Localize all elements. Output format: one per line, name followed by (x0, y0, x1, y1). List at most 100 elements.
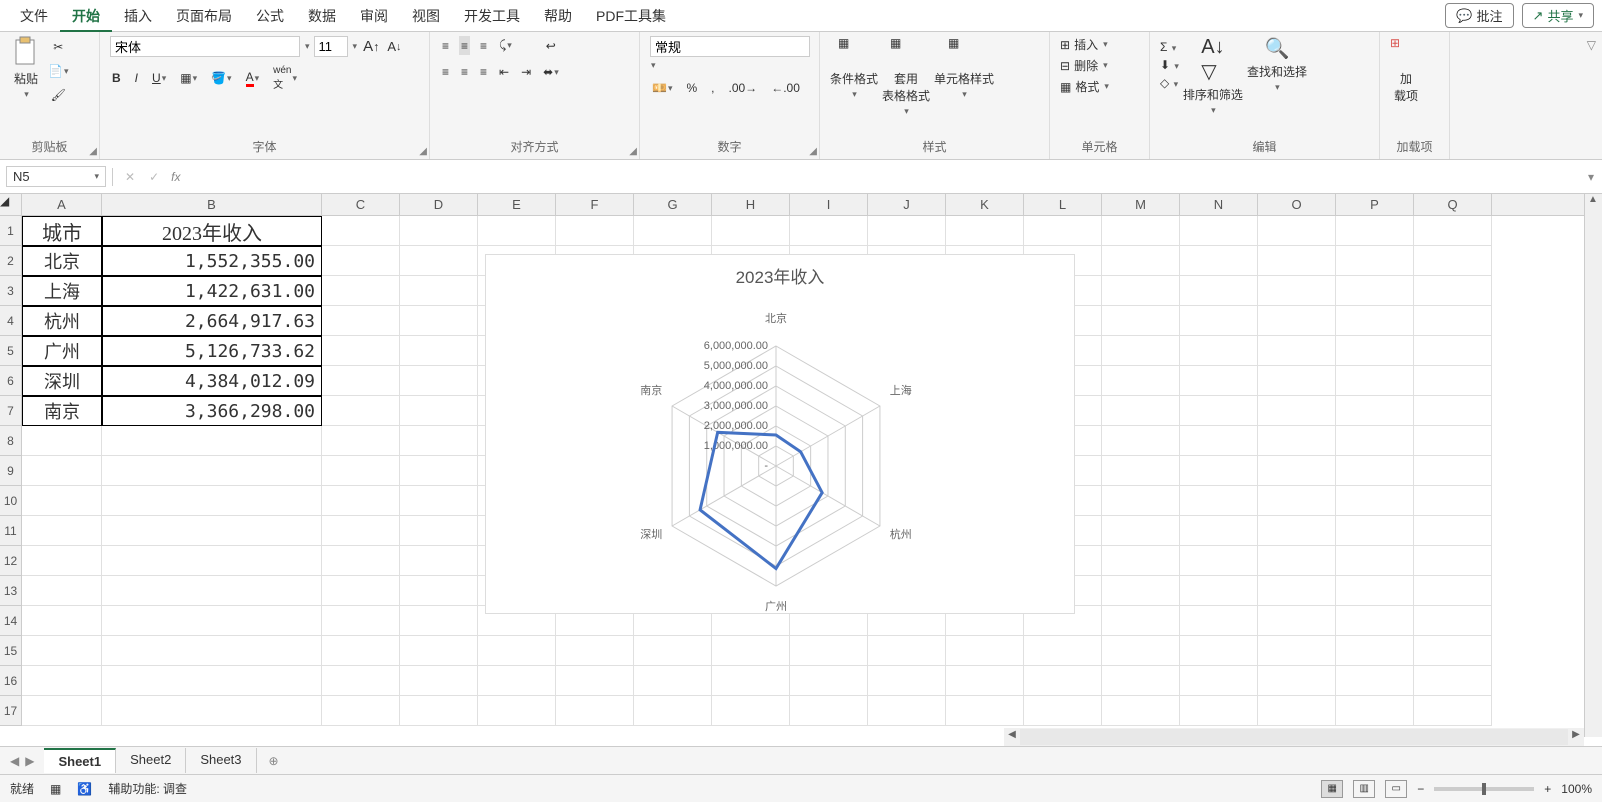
cell-D15[interactable] (400, 636, 478, 666)
sort-filter-button[interactable]: 排序和筛选 (1183, 86, 1243, 103)
orientation-icon[interactable]: ⤹▾ (497, 36, 514, 55)
cell-Q4[interactable] (1414, 306, 1492, 336)
align-bottom-icon[interactable]: ≡ (478, 36, 489, 55)
cut-icon[interactable]: ✂ (51, 38, 65, 56)
underline-icon[interactable]: U▾ (150, 69, 168, 87)
new-sheet-icon[interactable]: ⊕ (257, 754, 291, 768)
cell-Q3[interactable] (1414, 276, 1492, 306)
cell-D14[interactable] (400, 606, 478, 636)
cell-Q7[interactable] (1414, 396, 1492, 426)
cell-Q10[interactable] (1414, 486, 1492, 516)
cell-A14[interactable] (22, 606, 102, 636)
col-header-A[interactable]: A (22, 194, 102, 215)
col-header-D[interactable]: D (400, 194, 478, 215)
cell-M8[interactable] (1102, 426, 1180, 456)
cell-B9[interactable] (102, 456, 322, 486)
col-header-B[interactable]: B (102, 194, 322, 215)
cell-K15[interactable] (946, 636, 1024, 666)
cell-Q11[interactable] (1414, 516, 1492, 546)
cell-P5[interactable] (1336, 336, 1414, 366)
clear-icon[interactable]: ◇ ▾ (1160, 76, 1178, 90)
cell-P2[interactable] (1336, 246, 1414, 276)
decrease-decimal-icon[interactable]: ←.00 (769, 79, 802, 97)
cell-N15[interactable] (1180, 636, 1258, 666)
cell-M15[interactable] (1102, 636, 1180, 666)
cell-O1[interactable] (1258, 216, 1336, 246)
cell-P13[interactable] (1336, 576, 1414, 606)
cell-P9[interactable] (1336, 456, 1414, 486)
cell-B6[interactable]: 4,384,012.09 (102, 366, 322, 396)
row-header-9[interactable]: 9 (0, 456, 22, 486)
cell-H15[interactable] (712, 636, 790, 666)
cell-M17[interactable] (1102, 696, 1180, 726)
cell-Q9[interactable] (1414, 456, 1492, 486)
bold-icon[interactable]: B (110, 69, 123, 87)
cell-N4[interactable] (1180, 306, 1258, 336)
cell-M6[interactable] (1102, 366, 1180, 396)
cell-N17[interactable] (1180, 696, 1258, 726)
vertical-scrollbar[interactable]: ▲ (1584, 194, 1602, 737)
cell-C17[interactable] (322, 696, 400, 726)
number-format-select[interactable] (650, 36, 810, 57)
name-box[interactable]: N5▾ (6, 166, 106, 187)
menu-插入[interactable]: 插入 (112, 2, 164, 30)
cell-B1[interactable]: 2023年收入 (102, 216, 322, 246)
cell-L15[interactable] (1024, 636, 1102, 666)
col-header-E[interactable]: E (478, 194, 556, 215)
fx-icon[interactable]: fx (171, 170, 180, 184)
cell-N14[interactable] (1180, 606, 1258, 636)
insert-cells-icon[interactable]: ⊞ (1060, 38, 1070, 52)
cell-O17[interactable] (1258, 696, 1336, 726)
cell-D11[interactable] (400, 516, 478, 546)
cell-M7[interactable] (1102, 396, 1180, 426)
cell-K1[interactable] (946, 216, 1024, 246)
cell-C15[interactable] (322, 636, 400, 666)
menu-审阅[interactable]: 审阅 (348, 2, 400, 30)
cell-F17[interactable] (556, 696, 634, 726)
col-header-O[interactable]: O (1258, 194, 1336, 215)
cell-D3[interactable] (400, 276, 478, 306)
paste-button[interactable] (10, 36, 42, 68)
cell-E16[interactable] (478, 666, 556, 696)
align-top-icon[interactable]: ≡ (440, 36, 451, 55)
zoom-in-icon[interactable]: + (1544, 782, 1551, 796)
cell-A5[interactable]: 广州 (22, 336, 102, 366)
cell-B10[interactable] (102, 486, 322, 516)
cell-Q13[interactable] (1414, 576, 1492, 606)
cell-Q6[interactable] (1414, 366, 1492, 396)
cell-O9[interactable] (1258, 456, 1336, 486)
menu-公式[interactable]: 公式 (244, 2, 296, 30)
cell-N1[interactable] (1180, 216, 1258, 246)
align-middle-icon[interactable]: ≡ (459, 36, 470, 55)
border-icon[interactable]: ▦▾ (178, 69, 199, 87)
cell-N12[interactable] (1180, 546, 1258, 576)
cell-C13[interactable] (322, 576, 400, 606)
cell-A8[interactable] (22, 426, 102, 456)
sheet-tab-Sheet3[interactable]: Sheet3 (186, 748, 256, 773)
cell-D4[interactable] (400, 306, 478, 336)
cell-G16[interactable] (634, 666, 712, 696)
cell-G15[interactable] (634, 636, 712, 666)
cell-N10[interactable] (1180, 486, 1258, 516)
cell-Q1[interactable] (1414, 216, 1492, 246)
cell-I17[interactable] (790, 696, 868, 726)
cell-J1[interactable] (868, 216, 946, 246)
col-header-Q[interactable]: Q (1414, 194, 1492, 215)
launcher-icon[interactable]: ◢ (629, 146, 637, 157)
cell-M13[interactable] (1102, 576, 1180, 606)
increase-decimal-icon[interactable]: .00→ (727, 79, 760, 97)
cell-N9[interactable] (1180, 456, 1258, 486)
row-header-17[interactable]: 17 (0, 696, 22, 726)
wrap-text-icon[interactable]: ↩ (544, 36, 558, 55)
cell-M10[interactable] (1102, 486, 1180, 516)
cell-I15[interactable] (790, 636, 868, 666)
cell-G1[interactable] (634, 216, 712, 246)
percent-icon[interactable]: % (684, 79, 699, 97)
row-header-14[interactable]: 14 (0, 606, 22, 636)
cell-C9[interactable] (322, 456, 400, 486)
cell-C12[interactable] (322, 546, 400, 576)
cell-I16[interactable] (790, 666, 868, 696)
cell-N8[interactable] (1180, 426, 1258, 456)
cell-B13[interactable] (102, 576, 322, 606)
cell-A17[interactable] (22, 696, 102, 726)
